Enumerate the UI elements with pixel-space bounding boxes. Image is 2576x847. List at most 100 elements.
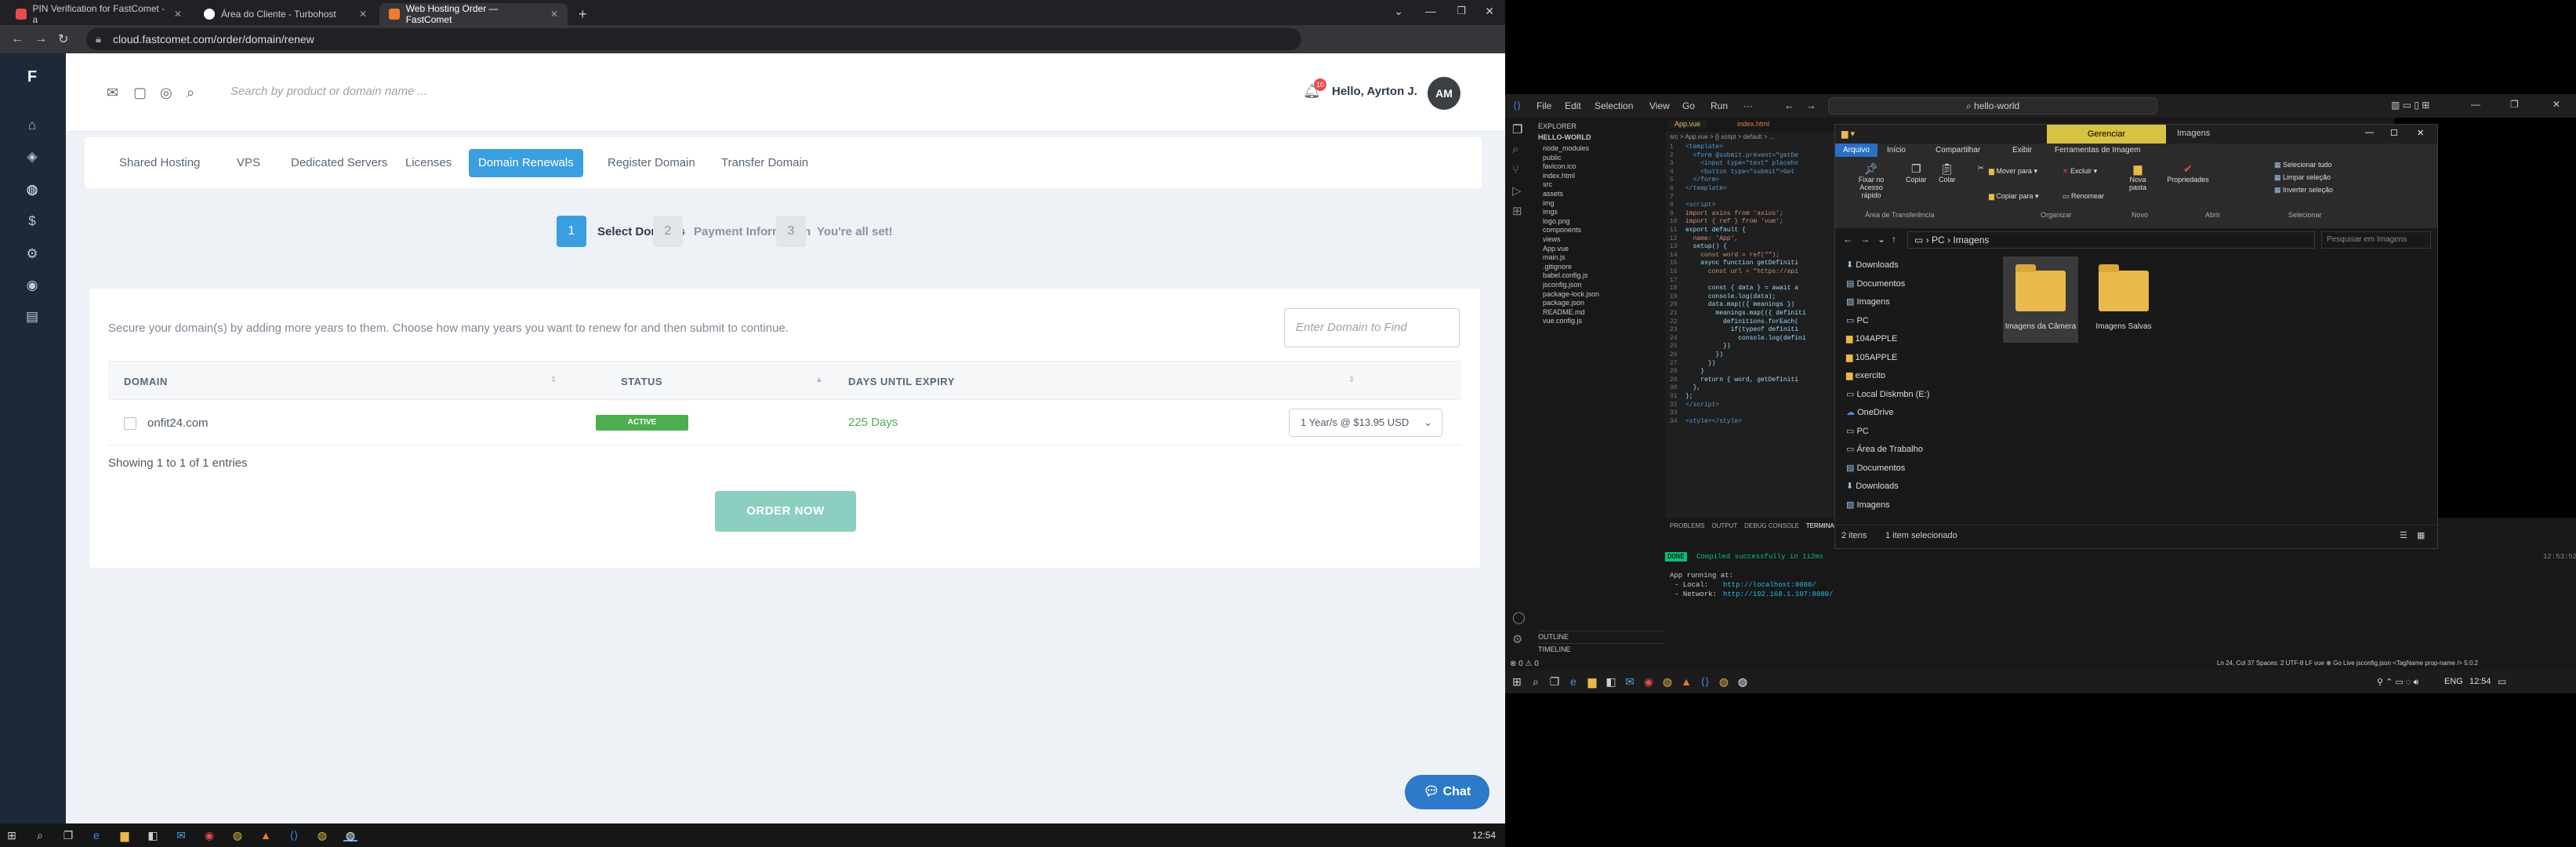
close-tab-icon[interactable]: ✕ xyxy=(174,9,182,20)
support-icon[interactable]: ◉ xyxy=(23,276,42,295)
mail-app-icon[interactable]: ✉ xyxy=(174,829,188,842)
file-tree-item[interactable]: favicon.ico xyxy=(1543,162,1599,172)
browser-tab[interactable]: Área do Cliente - Turbohost ✕ xyxy=(194,3,376,25)
tab-register-domain[interactable]: Register Domain xyxy=(608,153,695,173)
vlc-icon[interactable]: ▲ xyxy=(1679,675,1693,688)
app-icon[interactable]: ◉ xyxy=(1642,675,1656,688)
file-tree-item[interactable]: components xyxy=(1543,226,1599,235)
panel-tab-output[interactable]: OUTPUT xyxy=(1711,522,1737,529)
home-icon[interactable]: ⌂ xyxy=(23,116,42,135)
minimize-icon[interactable]: — xyxy=(1425,5,1436,17)
restore-icon[interactable]: ❐ xyxy=(1457,5,1466,17)
search-icon[interactable]: ⌕ xyxy=(187,85,194,101)
column-days-until-expiry[interactable]: DAYS UNTIL EXPIRY xyxy=(848,376,955,387)
sort-asc-icon[interactable]: ▲ xyxy=(815,376,823,384)
editor-tab-app-vue[interactable]: App.vue xyxy=(1668,120,1707,128)
explorer-search-input[interactable]: Pesquisar em Imagens xyxy=(2321,231,2431,249)
edge-icon[interactable]: e xyxy=(1566,675,1580,688)
copy-to-button[interactable]: ▆ Copiar para ▾ xyxy=(1989,192,2038,201)
close-tab-icon[interactable]: ✕ xyxy=(550,9,558,20)
status-right-items[interactable]: Ln 24, Col 37 Spaces: 2 UTF-8 LF vue ⊕ G… xyxy=(2217,660,2478,667)
forward-icon[interactable]: → xyxy=(1860,234,1870,245)
nav-item[interactable]: ▨ Imagens xyxy=(1846,293,1929,312)
copy-button[interactable]: ❐ Copiar xyxy=(1906,162,1927,184)
file-tree-item[interactable]: package.json xyxy=(1543,299,1599,308)
file-tree-item[interactable]: views xyxy=(1543,235,1599,245)
file-tree-item[interactable]: assets xyxy=(1543,190,1599,199)
windows-start-icon[interactable]: ⊞ xyxy=(5,829,19,842)
store-icon[interactable]: ◧ xyxy=(1604,675,1618,688)
terminal-local-url[interactable]: http://localhost:8080/ xyxy=(1723,580,1816,590)
file-tree-item[interactable]: imgs xyxy=(1543,208,1599,217)
file-tree-item[interactable]: logo.png xyxy=(1543,217,1599,227)
app-icon[interactable]: ◉ xyxy=(202,829,216,842)
menu-go[interactable]: Go xyxy=(1682,100,1695,111)
close-tab-icon[interactable]: ✕ xyxy=(359,9,367,20)
file-explorer-icon[interactable]: ▆ xyxy=(118,829,132,842)
file-tree-item[interactable]: img xyxy=(1543,199,1599,209)
new-tab-button[interactable]: + xyxy=(569,3,593,25)
chat-bubble-icon[interactable]: ▢ xyxy=(133,85,147,101)
sort-icon[interactable]: ⇕ xyxy=(1348,376,1355,384)
details-view-icon[interactable]: ☰ xyxy=(2400,530,2407,540)
pin-quick-access-button[interactable]: 📌︎ Fixar no Acesso rápido xyxy=(1849,162,1893,199)
file-explorer-icon[interactable]: ▆ xyxy=(1585,675,1599,688)
vscode-icon[interactable]: ⟨⟩ xyxy=(287,829,301,842)
global-search-input[interactable]: Search by product or domain name ... xyxy=(230,85,427,98)
search-icon[interactable]: ⌕ xyxy=(1512,143,1518,156)
tray-icons[interactable]: ⚲ ⌃ ▭ ◌ 🔊︎ xyxy=(2377,677,2418,688)
properties-button[interactable]: ✔ Propriedades xyxy=(2164,162,2211,184)
delete-button[interactable]: ✕ Excluir ▾ xyxy=(2063,167,2097,176)
dollar-icon[interactable]: $ xyxy=(23,212,42,231)
file-tree-item[interactable]: package-lock.json xyxy=(1543,290,1599,300)
problems-status[interactable]: ⊗ 0 ⚠ 0 xyxy=(1510,660,1539,668)
nav-item[interactable]: ▭ Área de Trabalho xyxy=(1846,441,1929,460)
file-tree-item[interactable]: jsconfig.json xyxy=(1543,281,1599,290)
avatar[interactable]: AM xyxy=(1428,77,1460,110)
menu-run[interactable]: Run xyxy=(1711,100,1728,111)
globe-icon[interactable]: ◍ xyxy=(23,180,42,199)
menu-view[interactable]: View xyxy=(1649,100,1670,111)
invert-selection-button[interactable]: ▦ Inverter seleção xyxy=(2274,186,2333,194)
file-tree-item[interactable]: src xyxy=(1543,180,1599,190)
large-icons-view-icon[interactable]: ▦ xyxy=(2417,530,2425,540)
file-tree-item[interactable]: public xyxy=(1543,154,1599,163)
user-greeting[interactable]: Hello, Ayrton J. xyxy=(1332,85,1417,98)
file-tree-item[interactable]: App.vue xyxy=(1543,245,1599,254)
back-icon[interactable]: ← xyxy=(1784,100,1794,111)
select-all-button[interactable]: ▦ Selecionar tudo xyxy=(2274,161,2332,169)
move-to-button[interactable]: ▆ Mover para ▾ xyxy=(1989,167,2037,176)
folder-item-saved[interactable]: Imagens Salvas xyxy=(2086,256,2161,343)
ribbon-tab-arquivo[interactable]: Arquivo xyxy=(1835,144,1878,157)
sort-icon[interactable]: ⇕ xyxy=(550,376,557,384)
edge-icon[interactable]: e xyxy=(89,829,103,842)
support-icon[interactable]: ◎ xyxy=(160,85,172,101)
reload-icon[interactable]: ↻ xyxy=(58,31,68,47)
back-icon[interactable]: ← xyxy=(11,32,24,46)
tab-shared-hosting[interactable]: Shared Hosting xyxy=(119,153,200,173)
tab-transfer-domain[interactable]: Transfer Domain xyxy=(721,153,808,173)
nav-item[interactable]: ▆ exercito xyxy=(1846,367,1929,386)
panel-tab-problems[interactable]: PROBLEMS xyxy=(1670,522,1704,529)
fastcomet-logo-icon[interactable]: F xyxy=(23,67,42,86)
manage-tab[interactable]: Gerenciar xyxy=(2047,125,2166,144)
nav-item[interactable]: ▆ 104APPLE xyxy=(1846,330,1929,349)
nav-item[interactable]: ⬇ Downloads xyxy=(1846,256,1929,275)
column-status[interactable]: STATUS xyxy=(621,376,662,387)
chrome-active-icon[interactable]: ◍ xyxy=(1736,675,1750,688)
browser-tab[interactable]: PIN Verification for FastComet - a ✕ xyxy=(6,3,191,25)
panel-tab-debug[interactable]: DEBUG CONSOLE xyxy=(1744,522,1799,529)
path-bar[interactable]: ▭ › PC › Imagens xyxy=(1907,231,2315,249)
explorer-icon[interactable]: ❐ xyxy=(1512,122,1522,136)
nav-item[interactable]: ☁ OneDrive xyxy=(1846,404,1929,423)
file-tree-item[interactable]: vue.config.js xyxy=(1543,317,1599,326)
chrome-active-icon[interactable]: ◍ xyxy=(343,829,357,842)
cart-icon[interactable]: ▤ xyxy=(23,307,42,326)
editor-tab-index-html[interactable]: index.html xyxy=(1737,120,1769,128)
forward-icon[interactable]: → xyxy=(1806,100,1816,111)
nav-item[interactable]: ▭ Local Diskmbn (E:) xyxy=(1846,386,1929,405)
mail-icon[interactable]: ✉ xyxy=(107,85,118,101)
path-imagens[interactable]: Imagens xyxy=(1953,234,1989,245)
settings-icon[interactable]: ⚙ xyxy=(23,245,42,264)
chrome-icon[interactable]: ◍ xyxy=(1717,675,1731,688)
